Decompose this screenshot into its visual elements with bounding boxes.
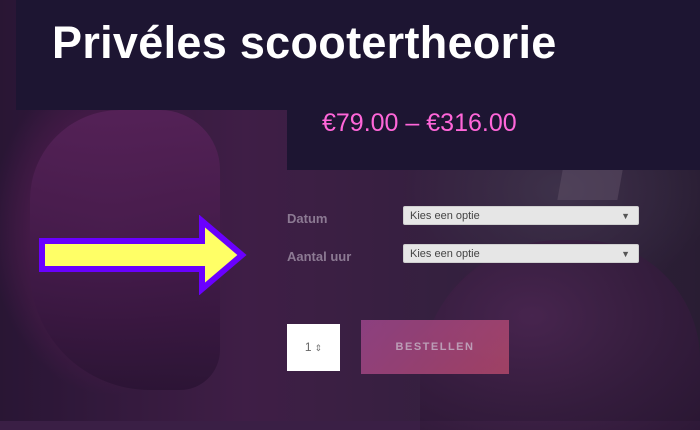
hours-label: Aantal uur <box>287 249 352 264</box>
right-arrow-icon <box>39 215 247 295</box>
hours-select-value: Kies een optie <box>410 248 480 260</box>
date-label: Datum <box>287 211 328 226</box>
order-button[interactable]: BESTELLEN <box>361 320 509 374</box>
quantity-value: 1 <box>304 340 312 354</box>
page-title: Privéles scootertheorie <box>52 17 557 68</box>
quantity-stepper[interactable]: 1 ⇕ <box>287 324 340 371</box>
chevron-down-icon: ▼ <box>621 249 630 259</box>
price-range: €79.00 – €316.00 <box>322 109 517 137</box>
hours-select[interactable]: Kies een optie ▼ <box>403 244 639 263</box>
chevron-down-icon: ▼ <box>621 211 630 221</box>
up-down-stepper-icon[interactable]: ⇕ <box>315 343 323 353</box>
date-select[interactable]: Kies een optie ▼ <box>403 206 639 225</box>
date-select-value: Kies een optie <box>410 210 480 222</box>
